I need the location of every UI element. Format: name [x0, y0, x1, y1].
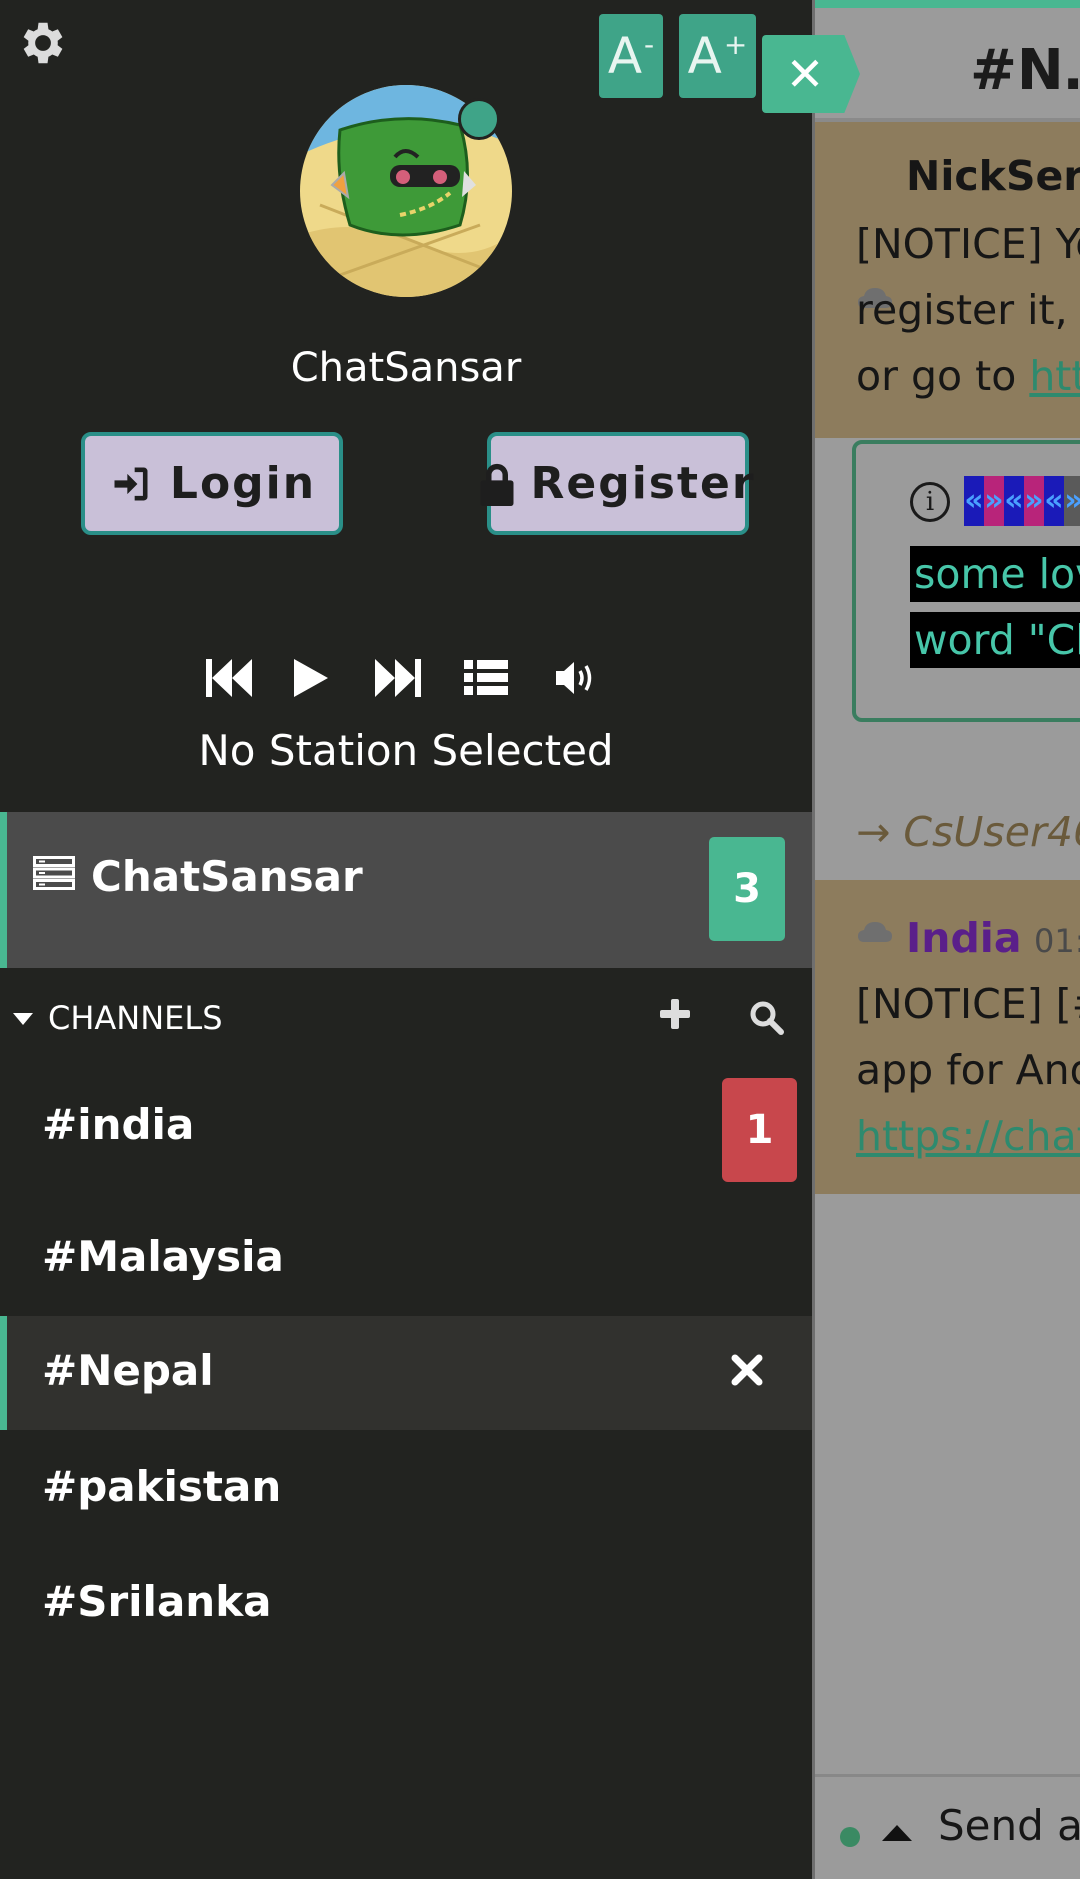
gear-icon[interactable] [14, 16, 68, 70]
message-nick[interactable]: NickServ [906, 152, 1080, 200]
play-icon[interactable] [294, 650, 328, 706]
server-icon [33, 856, 75, 890]
chat-title: #N… [970, 38, 1080, 103]
message-time: 01: [1034, 922, 1080, 960]
close-channel-icon[interactable] [727, 1350, 767, 1390]
channel-name: #india [42, 1100, 195, 1149]
channel-item-pakistan[interactable]: #pakistan [0, 1432, 812, 1546]
plus-icon[interactable] [658, 997, 692, 1031]
message-input-placeholder[interactable]: Send a m [938, 1801, 1080, 1850]
info-line: some lov [910, 546, 1080, 602]
station-label: No Station Selected [198, 726, 614, 775]
message-link[interactable]: https://chat [856, 1112, 1080, 1160]
channel-name: #Malaysia [42, 1232, 284, 1281]
sidebar: A- A + ✕ ChatSansar Login Register No St… [0, 0, 860, 1879]
font-increase-button[interactable]: A + [679, 14, 756, 98]
caret-down-icon[interactable] [13, 1013, 33, 1025]
volume-icon[interactable] [556, 650, 598, 706]
chat-input-bar[interactable]: Send a m [812, 1774, 1080, 1879]
decorative-banner: «»«»«»« [964, 476, 1080, 526]
list-icon[interactable] [464, 650, 508, 706]
channels-header[interactable]: CHANNELS [0, 995, 812, 1045]
channel-item-srilanka[interactable]: #Srilanka [0, 1547, 812, 1661]
cloud-icon [858, 922, 892, 942]
chat-message: India 01: [NOTICE] [# app for And https:… [812, 880, 1080, 1194]
previous-icon[interactable] [206, 650, 252, 706]
sign-in-icon [114, 467, 148, 500]
sidebar-edge [812, 0, 815, 1879]
close-sidebar-button[interactable]: ✕ [762, 35, 860, 113]
search-icon[interactable] [748, 999, 784, 1035]
network-name: ChatSansar [91, 852, 363, 901]
info-icon: i [910, 482, 950, 522]
channel-name: #Srilanka [42, 1577, 272, 1626]
channel-name: #Nepal [42, 1346, 214, 1395]
network-unread-badge: 3 [709, 837, 785, 941]
chat-top-accent [812, 0, 1080, 8]
chat-message: NickServ [NOTICE] Yo register it, u or g… [812, 122, 1080, 438]
login-button[interactable]: Login [81, 432, 343, 535]
connection-status-dot [840, 1827, 860, 1847]
network-item[interactable]: ChatSansar 3 [0, 812, 812, 968]
channels-header-label: CHANNELS [48, 999, 223, 1037]
message-nick[interactable]: India [906, 914, 1022, 962]
channel-unread-badge: 1 [722, 1078, 797, 1182]
channel-item-malaysia[interactable]: #Malaysia [0, 1202, 812, 1316]
info-notice-box: i «»«»«»« some lov word "Ch [852, 440, 1080, 722]
channel-name: #pakistan [42, 1462, 282, 1511]
message-line: register it, u [856, 286, 1080, 334]
user-nick: ChatSansar [290, 345, 522, 391]
online-status-dot [458, 98, 500, 140]
message-line: [NOTICE] Yo [856, 220, 1080, 268]
chat-panel: #N… NickServ [NOTICE] Yo register it, u … [812, 0, 1080, 1879]
close-icon: ✕ [785, 47, 825, 101]
message-line: [NOTICE] [# [856, 980, 1080, 1028]
message-line: or go to http [856, 352, 1080, 400]
channel-item-nepal[interactable]: #Nepal [0, 1316, 812, 1430]
join-event-line: → CsUser46 [856, 808, 1080, 856]
next-icon[interactable] [375, 650, 421, 706]
register-button[interactable]: Register [480, 432, 754, 535]
lock-icon [480, 463, 514, 506]
radio-player [0, 650, 812, 710]
message-link[interactable]: http [1029, 352, 1080, 400]
message-line: app for And [856, 1046, 1080, 1094]
expand-arrow-icon[interactable] [882, 1825, 912, 1841]
font-decrease-button[interactable]: A- [599, 14, 663, 98]
channel-item-india[interactable]: #india 1 [0, 1070, 812, 1184]
info-line: word "Ch [910, 612, 1080, 668]
